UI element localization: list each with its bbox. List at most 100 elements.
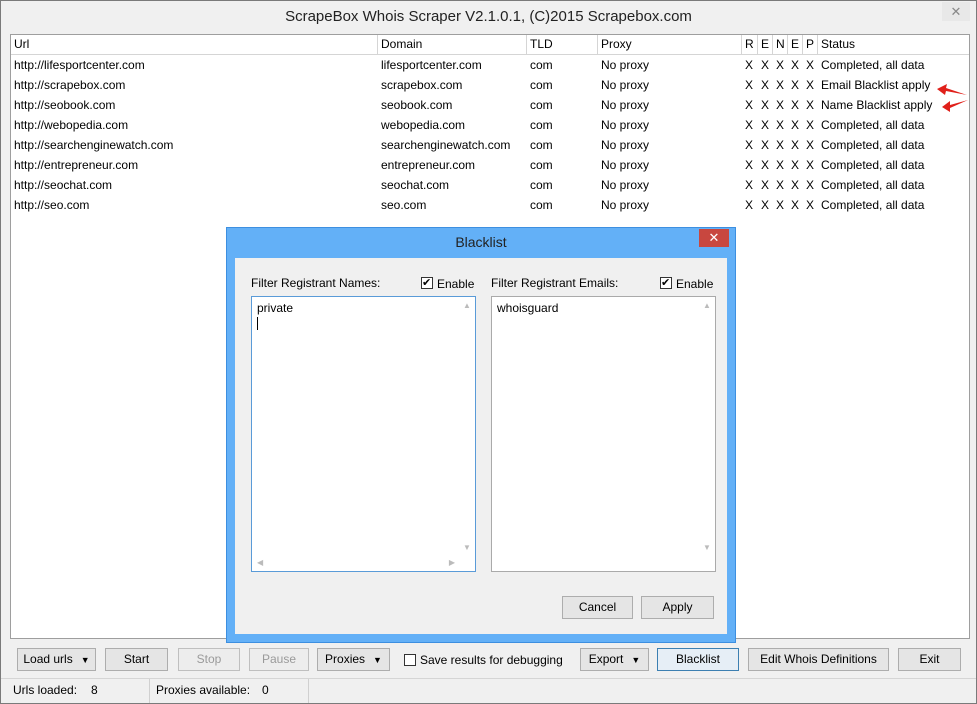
column-header[interactable]: N: [773, 35, 788, 54]
table-cell: X: [745, 198, 754, 212]
table-cell: X: [761, 178, 770, 192]
names-filter-text: private: [257, 301, 294, 315]
dialog-close-button[interactable]: ✕: [699, 229, 729, 247]
export-button[interactable]: Export ▼: [580, 648, 649, 671]
table-row[interactable]: http://searchenginewatch.com searchengine…: [11, 135, 969, 155]
cancel-button[interactable]: Cancel: [562, 596, 633, 619]
table-cell: X: [745, 158, 754, 172]
table-cell: X: [745, 178, 754, 192]
dropdown-arrow-icon: ▼: [631, 655, 641, 665]
save-debug-label: Save results for debugging: [420, 653, 563, 667]
apply-button[interactable]: Apply: [641, 596, 714, 619]
table-cell: X: [806, 158, 815, 172]
table-cell: X: [791, 178, 800, 192]
dialog-body: Filter Registrant Names: Enable private …: [235, 258, 727, 634]
table-cell: X: [745, 138, 754, 152]
table-cell: X: [776, 158, 785, 172]
dialog-title: Blacklist: [455, 234, 507, 250]
table-cell: X: [806, 78, 815, 92]
proxies-available-value: 0: [259, 679, 309, 703]
table-cell: X: [761, 138, 770, 152]
window-title: ScrapeBox Whois Scraper V2.1.0.1, (C)201…: [285, 8, 692, 25]
table-cell: Completed, all data: [821, 158, 925, 172]
table-cell: Completed, all data: [821, 198, 925, 212]
names-enable-checkbox[interactable]: [421, 276, 433, 289]
table-cell: scrapebox.com: [381, 78, 463, 92]
table-cell: searchenginewatch.com: [381, 138, 511, 152]
table-row[interactable]: http://seo.com seo.com com No proxy X X X X X Com…: [11, 195, 969, 215]
scroll-up-icon: ▲: [703, 301, 711, 310]
table-cell: X: [806, 98, 815, 112]
column-header[interactable]: TLD: [527, 35, 598, 54]
table-cell: entrepreneur.com: [381, 158, 476, 172]
start-button[interactable]: Start: [105, 648, 168, 671]
table-cell: seochat.com: [381, 178, 450, 192]
emails-filter-textarea[interactable]: whoisguard ▲ ▼: [491, 296, 716, 572]
table-row[interactable]: http://webopedia.com webopedia.com com No p…: [11, 115, 969, 135]
table-cell: X: [776, 198, 785, 212]
names-vertical-scrollbar[interactable]: ▲ ▼: [458, 297, 475, 554]
table-row[interactable]: http://seobook.com seobook.com com No proxy…: [11, 95, 969, 115]
pause-button[interactable]: Pause: [249, 648, 309, 671]
table-cell: No proxy: [601, 118, 650, 132]
emails-enable-checkbox[interactable]: [660, 276, 672, 289]
urls-loaded-value: 8: [88, 679, 150, 703]
save-debug-checkbox[interactable]: [404, 654, 416, 666]
urls-loaded-label: Urls loaded:: [13, 683, 78, 697]
table-row[interactable]: http://scrapebox.com scrapebox.com com No p…: [11, 75, 969, 95]
exit-button[interactable]: Exit: [898, 648, 961, 671]
table-cell: com: [530, 158, 553, 172]
table-cell: X: [761, 158, 770, 172]
table-cell: X: [791, 158, 800, 172]
table-cell: No proxy: [601, 178, 650, 192]
table-row[interactable]: http://lifesportcenter.com lifesportcente…: [11, 55, 969, 75]
column-header[interactable]: E: [788, 35, 803, 54]
table-cell: X: [776, 118, 785, 132]
table-cell: X: [776, 78, 785, 92]
blacklist-button[interactable]: Blacklist: [657, 648, 739, 671]
table-cell: X: [791, 78, 800, 92]
emails-horizontal-scrollbar[interactable]: [492, 554, 698, 571]
table-cell: X: [761, 98, 770, 112]
table-cell: X: [791, 98, 800, 112]
table-row[interactable]: http://seochat.com seochat.com com No proxy…: [11, 175, 969, 195]
proxies-button[interactable]: Proxies ▼: [317, 648, 390, 671]
edit-whois-definitions-button[interactable]: Edit Whois Definitions: [748, 648, 889, 671]
names-filter-textarea[interactable]: private ▲ ▼ ◀ ▶: [251, 296, 476, 572]
column-header[interactable]: Proxy: [598, 35, 742, 54]
table-cell: Completed, all data: [821, 58, 925, 72]
table-cell: X: [791, 118, 800, 132]
table-cell: http://seochat.com: [14, 178, 113, 192]
table-row[interactable]: http://entrepreneur.com entrepreneur.com c…: [11, 155, 969, 175]
column-header[interactable]: Domain: [378, 35, 527, 54]
red-arrow-annotation-2: [942, 100, 968, 112]
table-cell: No proxy: [601, 138, 650, 152]
column-header[interactable]: Url: [11, 35, 378, 54]
title-bar: ScrapeBox Whois Scraper V2.1.0.1, (C)201…: [1, 1, 976, 33]
table-cell: com: [530, 98, 553, 112]
arrow-shape: [942, 100, 968, 112]
grid-header: Url Domain TLD Proxy R E N E P Status: [11, 35, 969, 55]
column-header[interactable]: E: [758, 35, 773, 54]
table-cell: X: [776, 58, 785, 72]
names-horizontal-scrollbar[interactable]: ◀ ▶: [252, 554, 458, 571]
table-cell: com: [530, 78, 553, 92]
table-cell: X: [806, 138, 815, 152]
table-cell: No proxy: [601, 198, 650, 212]
column-header[interactable]: P: [803, 35, 818, 54]
table-cell: http://searchenginewatch.com: [14, 138, 174, 152]
column-header[interactable]: R: [742, 35, 758, 54]
column-header[interactable]: Status: [818, 35, 969, 54]
scroll-left-icon: ◀: [257, 558, 264, 567]
table-cell: X: [776, 98, 785, 112]
table-cell: No proxy: [601, 158, 650, 172]
table-cell: X: [761, 198, 770, 212]
table-cell: com: [530, 198, 553, 212]
table-cell: lifesportcenter.com: [381, 58, 482, 72]
emails-vertical-scrollbar[interactable]: ▲ ▼: [698, 297, 715, 554]
table-cell: X: [745, 58, 754, 72]
window-close-button[interactable]: ✕: [942, 2, 970, 21]
table-cell: No proxy: [601, 58, 650, 72]
load-urls-button[interactable]: Load urls ▼: [17, 648, 96, 671]
stop-button[interactable]: Stop: [178, 648, 240, 671]
